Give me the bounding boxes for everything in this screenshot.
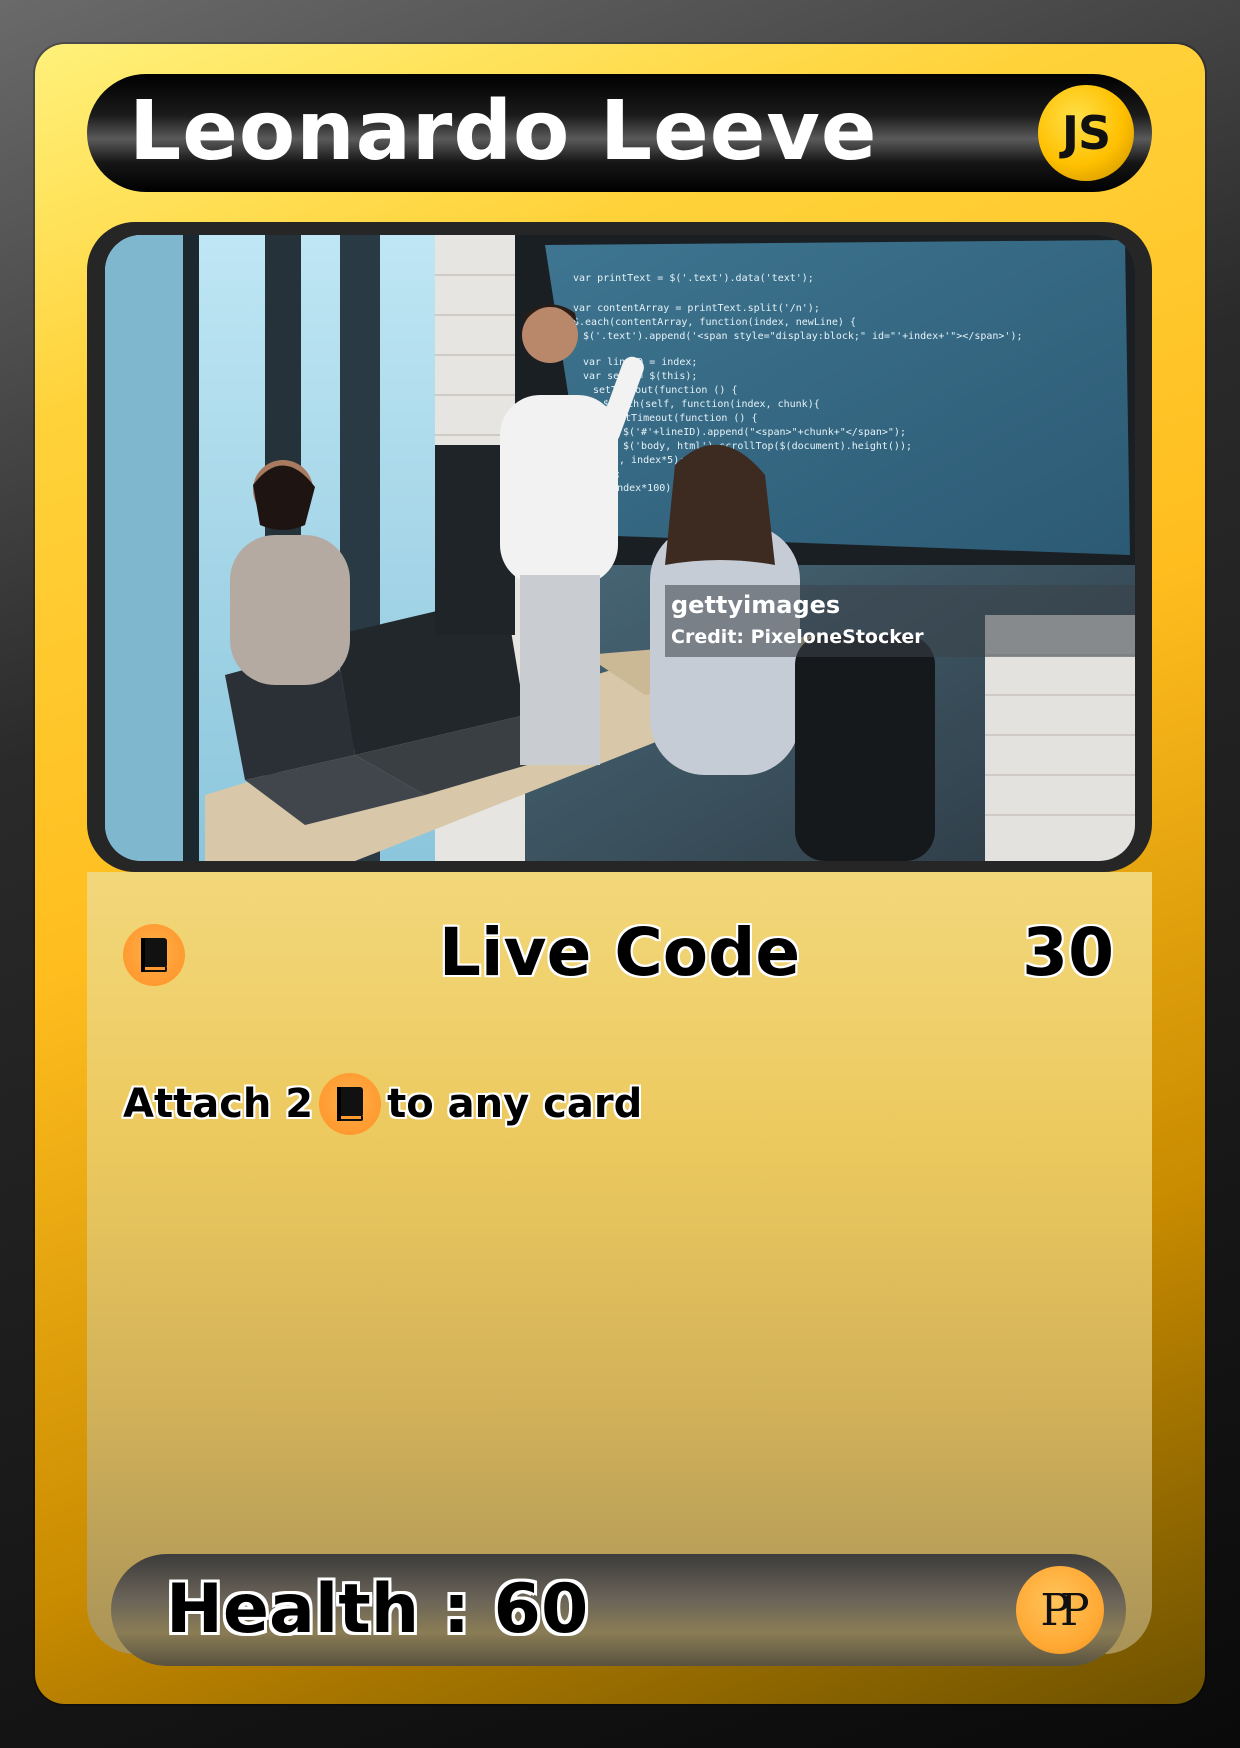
set-logo-text: PP: [1040, 1584, 1089, 1636]
svg-text:$('.text').append('<span style: $('.text').append('<span style="display:…: [583, 331, 1023, 342]
effect-prefix: Attach 2: [123, 1081, 314, 1127]
watermark-brand: gettyimages: [671, 591, 840, 619]
svg-text:$('body, html').scrollTop($(do: $('body, html').scrollTop($(document).he…: [623, 441, 912, 452]
attack-name: Live Code: [438, 914, 801, 991]
svg-text:var printText = $('.text').dat: var printText = $('.text').data('text');: [573, 273, 814, 284]
type-badge: JS: [1038, 85, 1134, 181]
svg-text:setTimeout(function () {: setTimeout(function () {: [613, 413, 758, 424]
svg-text:var contentArray = printText.s: var contentArray = printText.split('/n')…: [573, 303, 820, 314]
health-bar: Health : 60 PP: [111, 1554, 1126, 1666]
svg-text:}, index*5);: }, index*5);: [613, 455, 685, 466]
info-panel: Live Code 30 Attach 2 to any card Health…: [87, 872, 1152, 1666]
attack-damage: 30: [1022, 914, 1114, 991]
card-illustration: var printText = $('.text').data('text');…: [105, 235, 1135, 861]
attack-effect: Attach 2 to any card: [123, 1072, 642, 1136]
set-logo-icon: PP: [1016, 1566, 1104, 1654]
health-label: Health : 60: [166, 1570, 589, 1649]
game-card[interactable]: Leonardo Leeve JS var printText = $('.te…: [35, 44, 1205, 1704]
effect-book-icon: [319, 1073, 382, 1135]
image-credit: Credit: PixeloneStocker: [671, 626, 924, 648]
svg-text:$.each(self, function(index, c: $.each(self, function(index, chunk){: [603, 399, 820, 410]
svg-text:$.each(contentArray, function(: $.each(contentArray, function(index, new…: [573, 317, 856, 328]
card-name: Leonardo Leeve: [129, 84, 878, 179]
svg-text:$('#'+lineID).append("<span>"+: $('#'+lineID).append("<span>"+chunk+"</s…: [623, 427, 906, 438]
name-bar: Leonardo Leeve JS: [87, 74, 1152, 192]
effect-suffix: to any card: [387, 1081, 643, 1127]
illustration-frame: var printText = $('.text').data('text');…: [87, 222, 1152, 872]
